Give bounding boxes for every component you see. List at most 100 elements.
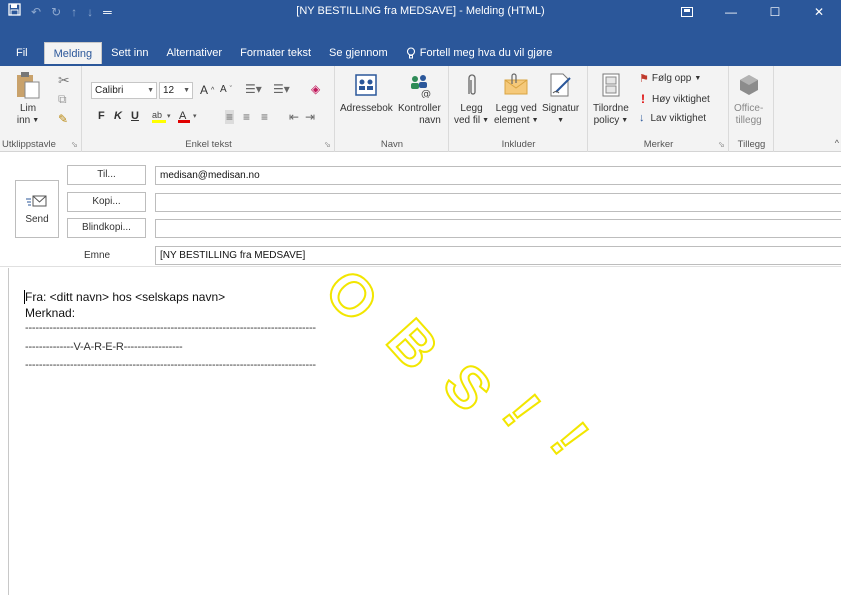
dialog-launcher-icon[interactable]: ⬂ — [718, 140, 725, 149]
tab-format-text[interactable]: Formater tekst — [231, 42, 320, 64]
exclamation-icon: ! — [641, 92, 645, 106]
ribbon: Lim inn ▼ ✂ ⧉ ✎ Utklippstavle ⬂ Calibri ▼ … — [0, 66, 841, 152]
to-button[interactable]: Til... — [67, 165, 146, 185]
increase-indent-icon[interactable]: ⇥ — [305, 110, 315, 124]
include-group-label: Inkluder — [501, 139, 536, 150]
dialog-launcher-icon[interactable]: ⬂ — [324, 140, 331, 149]
paste-button[interactable]: Lim inn ▼ — [14, 70, 42, 127]
font-color-icon[interactable]: A ▾ — [177, 108, 199, 124]
tags-group: Tilordne policy ▼ ⚑ Følg opp ▼ ! Høy vikti… — [589, 66, 729, 152]
body-note-line: Merknad: — [25, 306, 76, 320]
chevron-down-icon: ▼ — [183, 87, 190, 94]
bold-button[interactable]: F — [98, 110, 105, 122]
align-center-icon[interactable]: ≡ — [243, 110, 250, 124]
tab-message[interactable]: Melding — [43, 42, 103, 64]
low-importance-button[interactable]: ↓ Lav viktighet — [639, 112, 706, 124]
varer-line: --------------V-A-R-E-R----------------- — [25, 341, 183, 353]
address-book-button[interactable]: Adressebok — [340, 70, 393, 115]
envelope-icon — [502, 70, 530, 100]
signature-icon — [547, 70, 575, 100]
title-bar: ↶ ↻ ↑ ↓ ═ [NY BESTILLING fra MEDSAVE] - … — [0, 0, 841, 44]
cc-field[interactable] — [155, 193, 841, 212]
attach-item-button[interactable]: Legg ved element ▼ — [494, 70, 539, 127]
align-left-icon[interactable]: ≡ — [225, 110, 235, 124]
send-button[interactable]: Send — [15, 180, 59, 238]
format-painter-icon[interactable]: ✎ — [58, 112, 68, 126]
follow-up-button[interactable]: ⚑ Følg opp ▼ — [639, 72, 701, 85]
attach-file-button[interactable]: Legg ved fil ▼ — [454, 70, 489, 127]
italic-button[interactable]: K — [114, 110, 122, 122]
tags-group-label: Merker — [643, 139, 674, 150]
tell-me-box[interactable]: Fortell meg hva du vil gjøre — [397, 42, 562, 64]
high-importance-button[interactable]: ! Høy viktighet — [641, 92, 710, 106]
highlight-icon[interactable]: ab ▾ — [151, 108, 173, 124]
body-from-line: Fra: <ditt navn> hos <selskaps navn> — [25, 290, 226, 304]
svg-text:@: @ — [421, 89, 431, 98]
separator-line: ----------------------------------------… — [25, 359, 316, 371]
shrink-font-icon[interactable]: Aˇ — [220, 84, 232, 95]
svg-text:ab: ab — [152, 110, 162, 120]
chevron-down-icon: ▼ — [147, 87, 154, 94]
basic-text-group-label: Enkel tekst — [185, 139, 232, 150]
office-addins-icon — [735, 70, 763, 100]
maximize-icon[interactable]: ☐ — [753, 0, 797, 24]
underline-button[interactable]: U — [131, 110, 139, 122]
clipboard-icon — [14, 70, 42, 100]
cc-button[interactable]: Kopi... — [67, 192, 146, 212]
separator-line: ----------------------------------------… — [25, 322, 316, 334]
paperclip-icon — [458, 70, 486, 100]
bcc-button[interactable]: Blindkopi... — [67, 218, 146, 238]
names-group: Adressebok @ Kontroller navn Navn — [336, 66, 449, 152]
message-header: Send Til... Kopi... Blindkopi... Emne me… — [0, 153, 841, 267]
chevron-down-icon: ▼ — [621, 117, 629, 124]
check-names-icon: @ — [405, 70, 433, 100]
grow-font-icon[interactable]: A ^ — [200, 83, 214, 97]
clear-formatting-icon[interactable]: ◈ — [311, 82, 320, 96]
flag-icon: ⚑ — [639, 73, 649, 85]
tab-file[interactable]: Fil — [0, 42, 44, 64]
chevron-down-icon: ▼ — [32, 117, 40, 124]
font-size-select[interactable]: 12 ▼ — [159, 82, 193, 99]
ribbon-tabs: Fil Melding Sett inn Alternativer Format… — [0, 42, 841, 66]
tell-me-text: Fortell meg hva du vil gjøre — [419, 47, 553, 59]
policy-icon — [597, 70, 625, 100]
addins-group: Office- tillegg Tillegg — [730, 66, 774, 152]
decrease-indent-icon[interactable]: ⇤ — [289, 110, 299, 124]
subject-field[interactable]: [NY BESTILLING fra MEDSAVE] — [155, 246, 841, 265]
message-body[interactable]: Fra: <ditt navn> hos <selskaps navn> Mer… — [8, 268, 841, 595]
addins-group-label: Tillegg — [737, 139, 766, 150]
assign-policy-button[interactable]: Tilordne policy ▼ — [593, 70, 629, 127]
arrow-down-icon: ↓ — [639, 112, 645, 124]
to-field[interactable]: medisan@medisan.no — [155, 166, 841, 185]
svg-text:▾: ▾ — [193, 113, 197, 120]
svg-text:▾: ▾ — [167, 113, 171, 120]
font-family-select[interactable]: Calibri ▼ — [91, 82, 157, 99]
send-icon — [26, 195, 47, 206]
lightbulb-icon — [406, 47, 415, 59]
numbering-icon[interactable]: ☰▾ — [273, 82, 290, 96]
signature-button[interactable]: Signatur ▼ — [542, 70, 579, 127]
minimize-icon[interactable]: — — [709, 0, 753, 24]
address-book-icon — [352, 70, 380, 100]
close-icon[interactable]: ✕ — [797, 0, 841, 24]
tab-review[interactable]: Se gjennom — [320, 42, 397, 64]
chevron-down-icon: ▼ — [482, 117, 490, 124]
ribbon-display-icon[interactable] — [665, 0, 709, 24]
bcc-field[interactable] — [155, 219, 841, 238]
align-right-icon[interactable]: ≡ — [261, 110, 268, 124]
check-names-button[interactable]: @ Kontroller navn — [398, 70, 441, 127]
collapse-ribbon-icon[interactable]: ^ — [835, 138, 839, 148]
office-addins-button[interactable]: Office- tillegg — [734, 70, 763, 127]
cut-icon[interactable]: ✂ — [58, 72, 70, 89]
basic-text-group: Calibri ▼ 12 ▼ A ^ Aˇ ☰▾ ☰▾ ◈ F K U ab ▾ A ▾ … — [83, 66, 335, 152]
copy-icon[interactable]: ⧉ — [58, 92, 67, 107]
bullets-icon[interactable]: ☰▾ — [245, 82, 262, 96]
tab-insert[interactable]: Sett inn — [102, 42, 157, 64]
text-cursor — [24, 290, 25, 304]
chevron-down-icon: ▼ — [557, 117, 565, 124]
clipboard-group: Lim inn ▼ ✂ ⧉ ✎ Utklippstavle ⬂ — [0, 66, 82, 152]
subject-label: Emne — [84, 250, 111, 261]
tab-options[interactable]: Alternativer — [157, 42, 231, 64]
chevron-down-icon: ▼ — [531, 117, 539, 124]
dialog-launcher-icon[interactable]: ⬂ — [71, 140, 78, 149]
